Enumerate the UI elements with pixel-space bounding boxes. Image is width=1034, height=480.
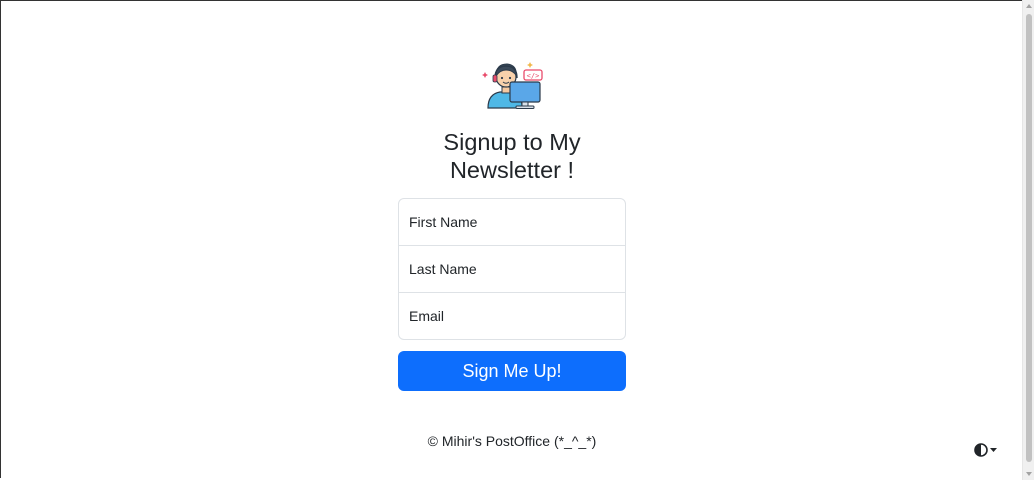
email-input[interactable] [398,292,626,340]
vertical-scrollbar[interactable] [1022,0,1034,480]
sparkle-icon [527,62,533,68]
sign-me-up-button[interactable]: Sign Me Up! [398,351,626,391]
svg-text:</>: </> [527,72,540,80]
contrast-half-circle-icon [974,443,988,457]
signup-form [398,198,626,340]
first-name-input[interactable] [398,198,626,246]
sparkle-icon [482,72,488,78]
scroll-up-arrow-icon[interactable] [1026,4,1032,8]
page-title: Signup to My Newsletter ! [443,129,581,183]
caret-down-icon [990,448,997,452]
theme-toggle-button[interactable] [972,441,1002,459]
scroll-down-arrow-icon[interactable] [1026,472,1032,476]
footer-copyright: © Mihir's PostOffice (*_^_*) [427,433,597,449]
last-name-input[interactable] [398,245,626,293]
developer-avatar-icon: </> [480,58,544,110]
scrollbar-thumb[interactable] [1026,14,1032,462]
